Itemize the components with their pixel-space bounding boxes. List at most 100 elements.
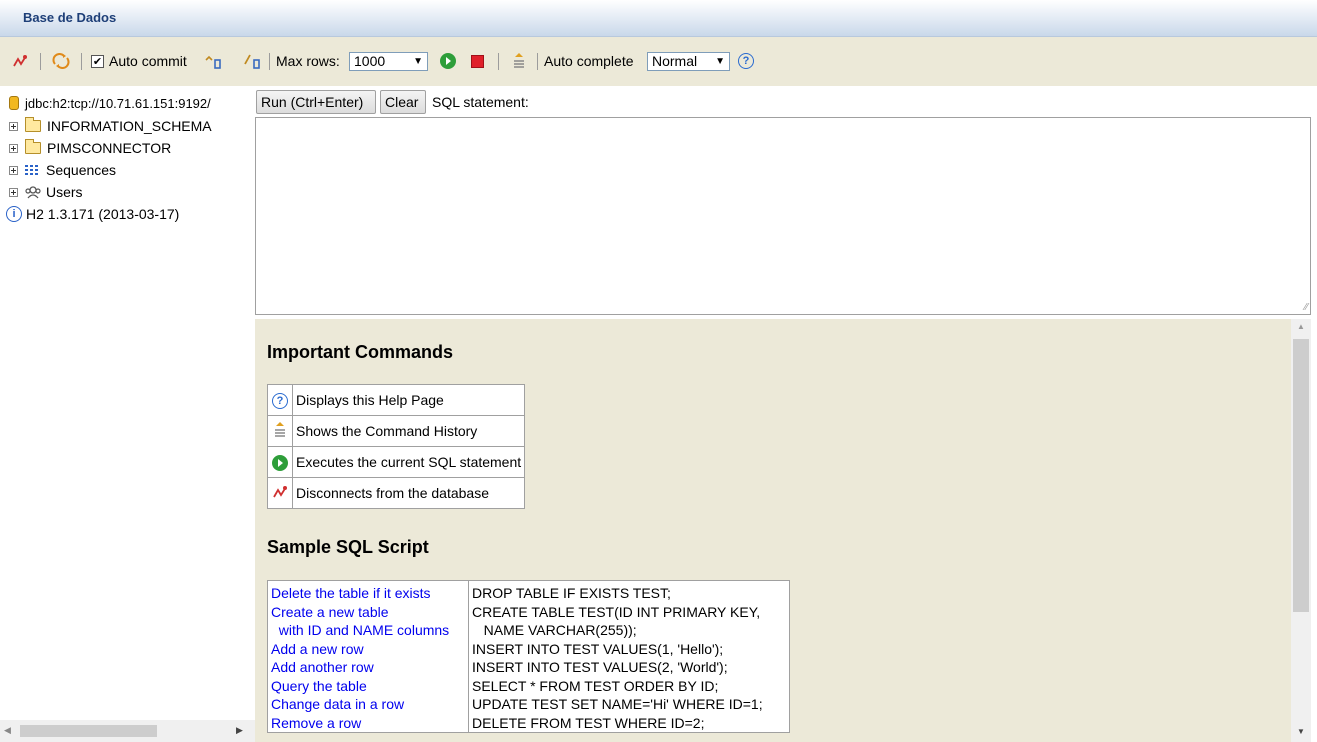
- help-vertical-scrollbar[interactable]: ▲ ▼: [1291, 319, 1311, 742]
- toolbar-separator: [81, 53, 82, 70]
- script-link[interactable]: with ID and NAME columns: [271, 621, 465, 640]
- run-icon[interactable]: [440, 51, 456, 71]
- chevron-down-icon: ▼: [715, 55, 725, 67]
- auto-commit-checkbox[interactable]: ✔ Auto commit: [91, 51, 187, 71]
- users-icon: [25, 185, 41, 199]
- sql-line: SELECT * FROM TEST ORDER BY ID;: [472, 677, 719, 694]
- table-row: Disconnects from the database: [267, 477, 526, 509]
- help-panel: Important Commands ? Displays this Help …: [255, 319, 1291, 742]
- history-icon: [267, 415, 293, 447]
- sql-line: DROP TABLE IF EXISTS TEST;: [472, 585, 671, 601]
- script-link[interactable]: Add a new row: [271, 640, 465, 659]
- script-link[interactable]: Add another row: [271, 658, 465, 677]
- script-link[interactable]: Change data in a row: [271, 695, 465, 714]
- tree-item-label: Users: [46, 184, 83, 200]
- history-icon[interactable]: [511, 51, 527, 71]
- tree-item-label: PIMSCONNECTOR: [47, 140, 172, 156]
- sql-line: UPDATE TEST SET NAME='Hi' WHERE ID=1;: [472, 696, 763, 712]
- query-bar: Run (Ctrl+Enter) Clear SQL statement:: [255, 86, 1317, 117]
- toolbar-separator: [498, 53, 499, 70]
- expand-icon[interactable]: [9, 165, 18, 175]
- version-label: H2 1.3.171 (2013-03-17): [26, 206, 180, 222]
- sql-line: DELETE FROM TEST WHERE ID=2;: [472, 714, 705, 731]
- sql-line: CREATE TABLE TEST(ID INT PRIMARY KEY,: [472, 603, 761, 620]
- script-sql: DROP TABLE IF EXISTS TEST; CREATE TABLE …: [468, 580, 790, 733]
- script-descriptions: Delete the table if it exists Create a n…: [267, 580, 469, 733]
- script-link[interactable]: Create a new table: [271, 603, 465, 622]
- stop-icon[interactable]: [471, 51, 484, 71]
- tree-item-sequences[interactable]: Sequences: [9, 160, 116, 180]
- auto-complete-value: Normal: [652, 53, 698, 69]
- refresh-icon[interactable]: [52, 51, 70, 71]
- scroll-right-icon[interactable]: ▶: [236, 725, 243, 736]
- tree-horizontal-scrollbar[interactable]: ◀ ▶: [0, 720, 255, 742]
- command-text: Shows the Command History: [291, 415, 526, 447]
- table-row: Executes the current SQL statement: [267, 446, 526, 478]
- sql-statement-label: SQL statement:: [432, 94, 529, 110]
- tree-connection[interactable]: jdbc:h2:tcp://10.71.61.151:9192/: [9, 93, 211, 113]
- disconnect-icon[interactable]: [12, 51, 28, 71]
- table-row: Shows the Command History: [267, 415, 526, 447]
- scroll-left-icon[interactable]: ◀: [4, 725, 11, 736]
- scroll-thumb[interactable]: [20, 725, 157, 737]
- command-text: Disconnects from the database: [291, 477, 526, 509]
- script-link[interactable]: Query the table: [271, 677, 465, 696]
- clear-button[interactable]: Clear: [380, 90, 426, 114]
- run-icon: [267, 446, 293, 478]
- tree-version: i H2 1.3.171 (2013-03-17): [6, 204, 179, 224]
- tree-item-pimsconnector[interactable]: PIMSCONNECTOR: [9, 138, 171, 158]
- folder-icon: [25, 139, 41, 154]
- sql-input[interactable]: ⁄⁄: [255, 117, 1311, 315]
- object-tree: jdbc:h2:tcp://10.71.61.151:9192/ INFORMA…: [0, 86, 255, 720]
- toolbar-separator: [40, 53, 41, 70]
- help-icon: ?: [267, 384, 293, 416]
- chevron-down-icon: ▼: [413, 55, 423, 67]
- scroll-thumb[interactable]: [1293, 339, 1309, 612]
- scroll-up-icon[interactable]: ▲: [1297, 322, 1305, 331]
- title-bar: Base de Dados: [0, 0, 1317, 37]
- max-rows-label: Max rows:: [276, 53, 340, 69]
- script-link[interactable]: Remove a row: [271, 714, 465, 733]
- sample-script-table: Delete the table if it exists Create a n…: [267, 580, 790, 733]
- connection-url: jdbc:h2:tcp://10.71.61.151:9192/: [25, 95, 211, 111]
- resize-grip-icon[interactable]: ⁄⁄: [1305, 302, 1308, 313]
- script-link[interactable]: Delete the table if it exists: [271, 584, 465, 603]
- expand-icon[interactable]: [9, 143, 18, 153]
- tree-item-label: INFORMATION_SCHEMA: [47, 118, 212, 134]
- sql-line: INSERT INTO TEST VALUES(2, 'World');: [472, 659, 728, 675]
- run-button[interactable]: Run (Ctrl+Enter): [256, 90, 376, 114]
- table-row: Delete the table if it exists Create a n…: [267, 580, 790, 733]
- command-text: Executes the current SQL statement: [291, 446, 526, 478]
- folder-icon: [25, 117, 41, 132]
- tree-item-users[interactable]: Users: [9, 182, 83, 202]
- auto-complete-select[interactable]: Normal ▼: [647, 51, 730, 71]
- commit-icon[interactable]: [204, 51, 224, 71]
- commands-heading: Important Commands: [267, 342, 454, 362]
- page-title: Base de Dados: [23, 10, 117, 25]
- help-icon[interactable]: ?: [738, 51, 754, 71]
- database-icon: [9, 96, 19, 110]
- commands-table: ? Displays this Help Page Shows the Comm…: [267, 384, 526, 509]
- toolbar: ✔ Auto commit Max rows: 1000 ▼ Auto compl…: [0, 37, 1317, 86]
- toolbar-separator: [269, 53, 270, 70]
- expand-icon[interactable]: [9, 121, 18, 131]
- max-rows-value: 1000: [354, 53, 386, 69]
- expand-icon[interactable]: [9, 187, 18, 197]
- max-rows-select[interactable]: 1000 ▼: [349, 51, 428, 71]
- command-text: Displays this Help Page: [291, 384, 526, 416]
- sql-line: NAME VARCHAR(255));: [472, 622, 637, 638]
- checkbox-icon[interactable]: ✔: [91, 54, 104, 68]
- sequences-icon: [25, 164, 41, 176]
- sql-line: INSERT INTO TEST VALUES(1, 'Hello');: [472, 640, 724, 657]
- tree-item-information-schema[interactable]: INFORMATION_SCHEMA: [9, 116, 212, 136]
- info-icon: i: [6, 206, 22, 222]
- toolbar-separator: [537, 53, 538, 70]
- auto-complete-label: Auto complete: [544, 53, 634, 69]
- scroll-down-icon[interactable]: ▼: [1297, 727, 1305, 736]
- disconnect-icon: [267, 477, 293, 509]
- script-heading: Sample SQL Script: [267, 537, 429, 557]
- tree-item-label: Sequences: [46, 162, 117, 178]
- table-row: ? Displays this Help Page: [267, 384, 526, 416]
- rollback-icon[interactable]: [243, 51, 263, 71]
- auto-commit-label: Auto commit: [109, 53, 187, 69]
